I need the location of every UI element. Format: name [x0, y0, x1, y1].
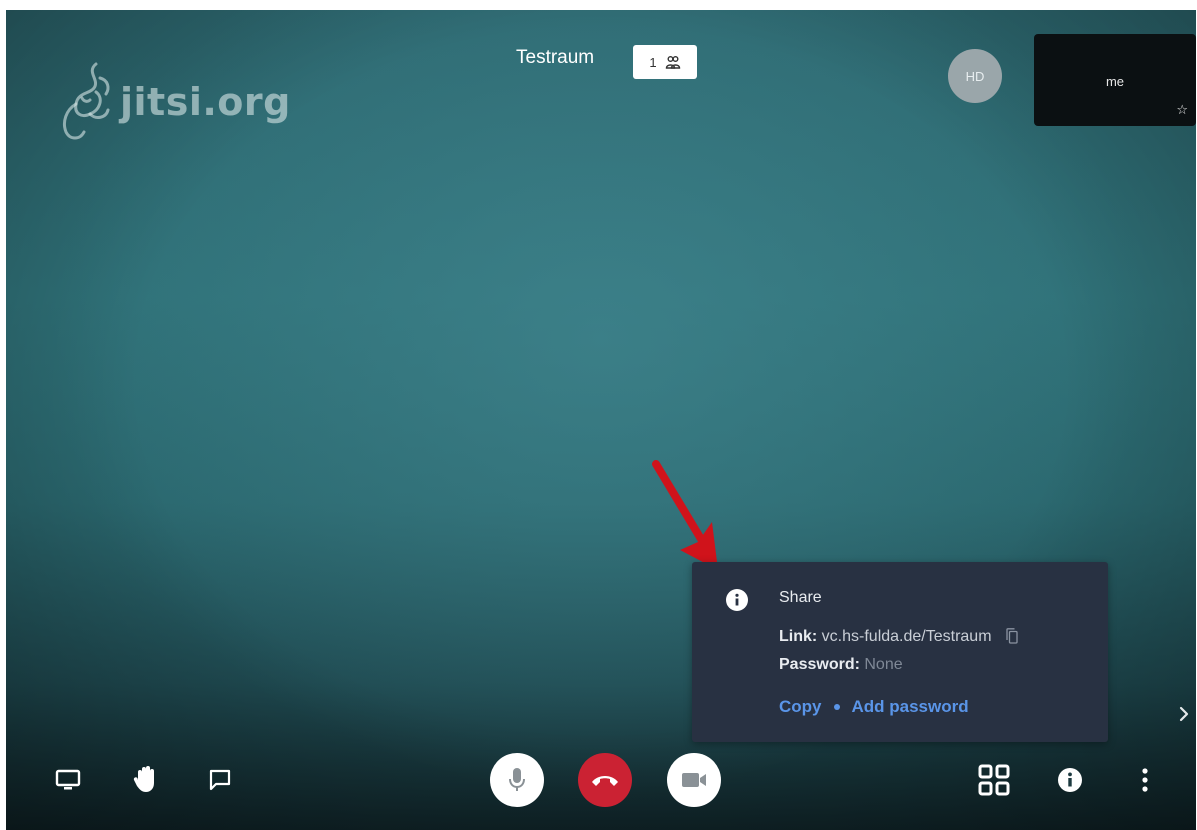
jitsi-logo-icon — [62, 62, 110, 140]
copy-button[interactable]: Copy — [779, 697, 822, 717]
participants-icon — [665, 56, 680, 69]
info-button[interactable] — [1054, 764, 1086, 796]
participant-count-badge[interactable]: 1 — [633, 45, 697, 79]
local-participant-name: me — [1105, 74, 1125, 89]
password-value: None — [864, 656, 903, 673]
screen-share-icon — [55, 769, 81, 790]
remote-participant-avatar[interactable]: HD — [948, 49, 1002, 103]
raise-hand-button[interactable] — [128, 760, 164, 798]
camera-icon — [682, 773, 706, 787]
copy-icon[interactable] — [1006, 628, 1018, 644]
more-options-button[interactable] — [1132, 764, 1158, 796]
room-title: Testraum — [516, 47, 595, 68]
avatar-initials: HD — [965, 68, 985, 84]
tile-view-icon — [978, 764, 1010, 796]
info-icon — [1058, 768, 1082, 792]
star-icon[interactable]: ☆ — [1176, 102, 1188, 118]
share-dialog: Share Link: vc.hs-fulda.de/Testraum Pass… — [692, 562, 1108, 742]
share-dialog-title: Share — [779, 589, 822, 606]
hangup-button[interactable] — [578, 753, 632, 807]
microphone-button[interactable] — [490, 753, 544, 807]
password-label: Password: — [779, 656, 860, 673]
share-link-row: Link: vc.hs-fulda.de/Testraum — [779, 628, 1018, 646]
conference-stage: jitsi.org Testraum 1 HD me ☆ Share Link:… — [6, 10, 1196, 830]
chevron-right-icon[interactable] — [1178, 704, 1190, 724]
separator-dot — [833, 704, 840, 710]
microphone-icon — [509, 768, 525, 791]
chat-button[interactable] — [202, 762, 238, 798]
share-actions: Copy Add password — [779, 697, 969, 717]
local-video-thumbnail[interactable]: me ☆ — [1034, 34, 1196, 126]
info-icon — [726, 589, 748, 611]
more-options-icon — [1142, 768, 1148, 792]
add-password-button[interactable]: Add password — [852, 697, 969, 717]
link-label: Link: — [779, 628, 818, 645]
share-password-row: Password: None — [779, 656, 903, 674]
chat-icon — [209, 769, 231, 791]
screen-share-button[interactable] — [50, 762, 86, 798]
hangup-icon — [592, 776, 618, 786]
logo-text: jitsi.org — [120, 80, 291, 124]
raise-hand-icon — [133, 766, 154, 792]
tile-view-button[interactable] — [974, 760, 1014, 800]
jitsi-logo[interactable]: jitsi.org — [56, 58, 296, 148]
link-value[interactable]: vc.hs-fulda.de/Testraum — [822, 628, 992, 645]
camera-button[interactable] — [667, 753, 721, 807]
participant-count: 1 — [649, 54, 657, 70]
